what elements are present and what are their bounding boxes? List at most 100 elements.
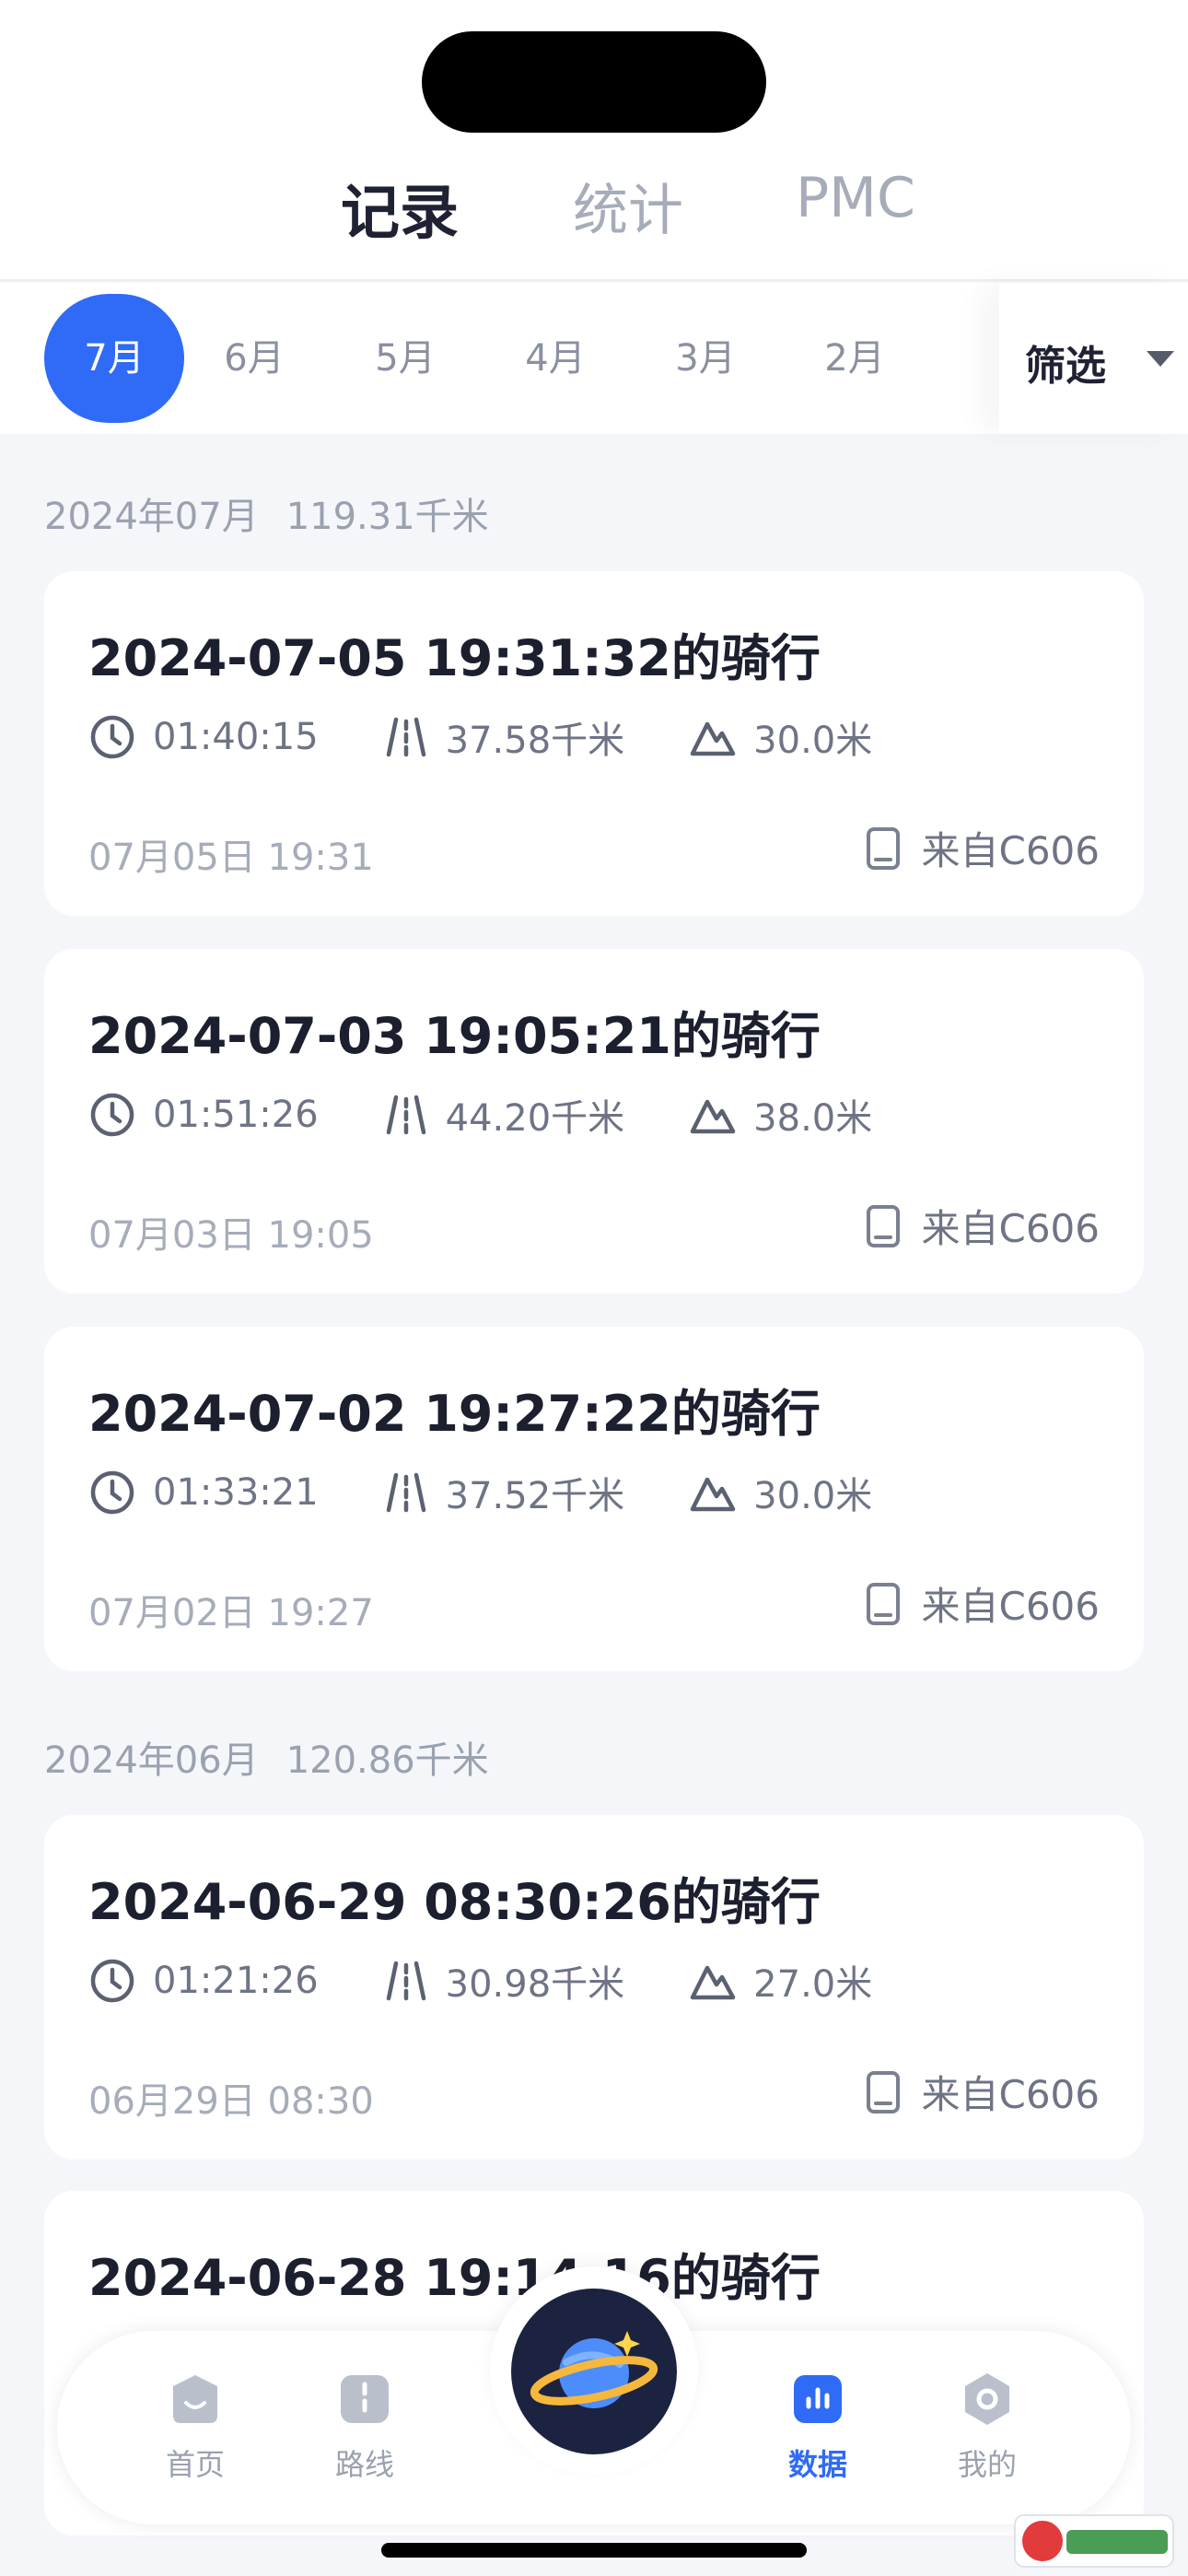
month-chip-jul[interactable]: 7月 xyxy=(44,294,184,423)
bottom-tab-bar: 首页 路线 数据 我的 xyxy=(57,2266,1131,2524)
ride-source: 来自C606 xyxy=(865,1198,1101,1254)
tab-profile-label: 我的 xyxy=(957,2447,1017,2482)
tab-route-label: 路线 xyxy=(334,2447,394,2482)
month-chip-feb[interactable]: 2月 xyxy=(785,294,925,423)
ride-stats: 01:33:21 37.52千米 30.0米 xyxy=(88,1465,937,1520)
ride-date: 07月02日 19:27 xyxy=(88,1592,374,1634)
month-chip-apr[interactable]: 4月 xyxy=(485,294,625,423)
ride-footer: 07月05日 19:31 来自C606 xyxy=(88,820,1101,879)
ride-footer: 06月29日 08:30 来自C606 xyxy=(88,2064,1101,2123)
clock-icon xyxy=(90,715,134,759)
ride-distance: 44.20千米 xyxy=(383,1088,625,1142)
ride-duration: 01:51:26 xyxy=(88,1091,319,1139)
tab-data-label: 数据 xyxy=(787,2447,847,2482)
source-label: 来自C606 xyxy=(921,2072,1101,2117)
filter-button[interactable]: 筛选 xyxy=(999,283,1188,434)
ride-elevation: 30.0米 xyxy=(689,710,872,764)
ride-title: 2024-07-02 19:27:22的骑行 xyxy=(88,1385,821,1443)
tab-statistics[interactable]: 统计 xyxy=(573,166,683,246)
source-label: 来自C606 xyxy=(921,828,1101,873)
source-label: 来自C606 xyxy=(921,1206,1101,1251)
ride-duration: 01:33:21 xyxy=(88,1469,319,1516)
road-distance-icon xyxy=(386,1961,425,2001)
month-group-header: 2024年07月 119.31千米 xyxy=(44,486,489,540)
elevation-value: 38.0米 xyxy=(753,1097,873,1140)
month-chip-may[interactable]: 5月 xyxy=(335,294,475,423)
ride-distance: 37.58千米 xyxy=(383,710,625,764)
duration-value: 01:51:26 xyxy=(153,1094,319,1136)
clock-icon xyxy=(90,1093,134,1137)
ride-footer: 07月02日 19:27 来自C606 xyxy=(88,1575,1101,1634)
month-chip-mar[interactable]: 3月 xyxy=(635,294,775,423)
ride-elevation: 30.0米 xyxy=(689,1466,872,1519)
ride-source: 来自C606 xyxy=(865,820,1101,876)
distance-value: 37.58千米 xyxy=(445,720,625,762)
tab-pmc[interactable]: PMC xyxy=(796,166,915,230)
ride-card[interactable]: 2024-07-02 19:27:22的骑行 01:33:21 37.52千米 … xyxy=(44,1327,1144,1671)
group-total-distance: 119.31千米 xyxy=(285,496,489,538)
distance-value: 37.52千米 xyxy=(445,1475,625,1517)
filter-label: 筛选 xyxy=(1025,343,1106,390)
device-icon xyxy=(866,826,900,870)
mountain-elevation-icon xyxy=(690,1965,736,2000)
home-icon xyxy=(173,2375,217,2423)
clock-icon xyxy=(90,1959,134,2003)
device-icon xyxy=(866,1204,900,1247)
status-bar xyxy=(0,0,1188,138)
ride-date: 07月03日 19:05 xyxy=(88,1214,374,1257)
distance-value: 30.98千米 xyxy=(445,1963,625,2006)
ride-distance: 37.52千米 xyxy=(383,1466,625,1519)
month-selector: 7月 6月 5月 4月 3月 2月 筛选 xyxy=(0,283,1188,434)
group-month: 2024年06月 xyxy=(44,1739,259,1782)
month-chip-jun[interactable]: 6月 xyxy=(184,294,324,423)
device-icon xyxy=(866,1582,900,1625)
distance-value: 44.20千米 xyxy=(445,1097,625,1140)
ride-duration: 01:40:15 xyxy=(88,713,319,761)
watermark-logo xyxy=(1011,2508,1177,2572)
tab-records[interactable]: 记录 xyxy=(341,166,459,251)
mountain-elevation-icon xyxy=(690,1477,736,1512)
ride-card[interactable]: 2024-07-05 19:31:32的骑行 01:40:15 37.58千米 … xyxy=(44,571,1144,916)
ride-source: 来自C606 xyxy=(865,2064,1101,2120)
road-distance-icon xyxy=(386,717,425,757)
tab-data[interactable]: 数据 xyxy=(753,2371,882,2484)
group-total-distance: 120.86千米 xyxy=(285,1739,489,1782)
group-month: 2024年07月 xyxy=(44,496,259,538)
ride-date: 06月29日 08:30 xyxy=(88,2080,374,2123)
ride-title: 2024-06-28 19:14:16的骑行 xyxy=(88,2249,821,2307)
ride-duration: 01:21:26 xyxy=(88,1957,319,2005)
duration-value: 01:33:21 xyxy=(153,1471,319,1514)
elevation-value: 27.0米 xyxy=(753,1963,873,2006)
tab-home-label: 首页 xyxy=(165,2447,225,2482)
caret-down-icon xyxy=(1147,351,1174,367)
ride-title: 2024-07-05 19:31:32的骑行 xyxy=(88,629,821,687)
planet-icon xyxy=(530,2331,658,2408)
tab-route[interactable]: 路线 xyxy=(300,2371,429,2484)
ride-distance: 30.98千米 xyxy=(383,1954,625,2008)
source-label: 来自C606 xyxy=(921,1584,1101,1629)
ride-card[interactable]: 2024-07-03 19:05:21的骑行 01:51:26 44.20千米 … xyxy=(44,949,1144,1294)
center-planet-button[interactable] xyxy=(511,2289,677,2454)
elevation-value: 30.0米 xyxy=(753,1475,873,1517)
tab-profile[interactable]: 我的 xyxy=(923,2371,1052,2484)
road-distance-icon xyxy=(386,1472,425,1513)
clock-icon xyxy=(90,1470,134,1515)
ride-card[interactable]: 2024-06-29 08:30:26的骑行 01:21:26 30.98千米 … xyxy=(44,1815,1144,2160)
ride-elevation: 38.0米 xyxy=(689,1088,872,1142)
profile-icon xyxy=(965,2373,1009,2425)
road-distance-icon xyxy=(386,1095,425,1135)
ride-date: 07月05日 19:31 xyxy=(88,837,374,879)
route-icon xyxy=(341,2375,389,2423)
data-chart-icon xyxy=(794,2375,842,2423)
mountain-elevation-icon xyxy=(690,721,736,756)
tab-home[interactable]: 首页 xyxy=(131,2371,260,2484)
ride-stats: 01:40:15 37.58千米 30.0米 xyxy=(88,709,937,765)
top-tab-bar: 记录 统计 PMC xyxy=(0,138,1188,281)
ride-footer: 07月03日 19:05 来自C606 xyxy=(88,1198,1101,1257)
home-indicator xyxy=(381,2543,807,2558)
elevation-value: 30.0米 xyxy=(753,720,873,762)
ride-stats: 01:51:26 44.20千米 38.0米 xyxy=(88,1087,937,1142)
duration-value: 01:40:15 xyxy=(153,716,319,758)
ride-elevation: 27.0米 xyxy=(689,1954,872,2008)
device-icon xyxy=(866,2070,900,2113)
